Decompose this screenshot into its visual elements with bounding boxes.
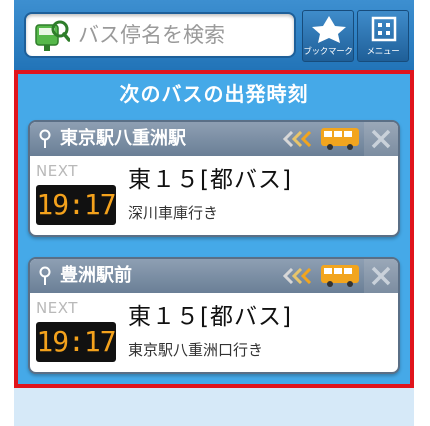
close-button[interactable] bbox=[364, 122, 398, 156]
next-label: NEXT bbox=[36, 299, 78, 317]
star-icon bbox=[312, 16, 346, 43]
bus-icon bbox=[321, 265, 359, 287]
stop-name: 東京駅八重洲駅 bbox=[60, 128, 186, 149]
bus-stop-card[interactable]: 豊洲駅前 NEXT 19:17 東１５[都バス] 東京駅八重洲口行き bbox=[28, 257, 400, 374]
menu-grid-icon bbox=[371, 16, 397, 42]
approaching-arrows-icon bbox=[282, 131, 312, 147]
departure-time: 19:17 bbox=[36, 325, 116, 358]
search-placeholder: バス停名を検索 bbox=[78, 23, 225, 47]
route-name: 東１５[都バス] bbox=[128, 167, 292, 193]
departure-time-display: 19:17 bbox=[36, 322, 117, 362]
bookmark-button[interactable]: ブックマーク bbox=[302, 10, 354, 62]
card-header: 東京駅八重洲駅 bbox=[30, 122, 398, 156]
bus-stop-search-icon bbox=[35, 20, 70, 51]
header-bar: バス停名を検索 ブックマーク メニュー bbox=[14, 0, 414, 70]
menu-label: メニュー bbox=[366, 47, 400, 57]
empty-content-area bbox=[14, 388, 414, 426]
bus-stop-card[interactable]: 東京駅八重洲駅 NEXT 19:17 東１５[都バス] 深川車庫行き bbox=[28, 120, 400, 237]
close-icon bbox=[371, 129, 391, 149]
stop-name: 豊洲駅前 bbox=[60, 265, 132, 286]
bookmark-label: ブックマーク bbox=[303, 47, 353, 57]
app-screen: バス停名を検索 ブックマーク メニュー 次のバスの出発時刻 東京駅八重洲駅 NE… bbox=[14, 0, 414, 426]
close-button[interactable] bbox=[364, 259, 398, 293]
pin-icon bbox=[39, 129, 51, 148]
approaching-arrows-icon bbox=[282, 268, 312, 284]
departure-time: 19:17 bbox=[36, 188, 116, 221]
next-label: NEXT bbox=[36, 162, 78, 180]
close-icon bbox=[371, 266, 391, 286]
departure-time-display: 19:17 bbox=[36, 185, 117, 225]
route-name: 東１５[都バス] bbox=[128, 304, 292, 330]
card-header: 豊洲駅前 bbox=[30, 259, 398, 293]
section-title: 次のバスの出発時刻 bbox=[119, 82, 309, 106]
bus-icon bbox=[321, 128, 359, 150]
menu-button[interactable]: メニュー bbox=[357, 10, 409, 62]
destination: 東京駅八重洲口行き bbox=[128, 341, 264, 359]
search-input[interactable]: バス停名を検索 bbox=[24, 12, 296, 58]
pin-icon bbox=[39, 266, 51, 285]
destination: 深川車庫行き bbox=[128, 204, 219, 222]
